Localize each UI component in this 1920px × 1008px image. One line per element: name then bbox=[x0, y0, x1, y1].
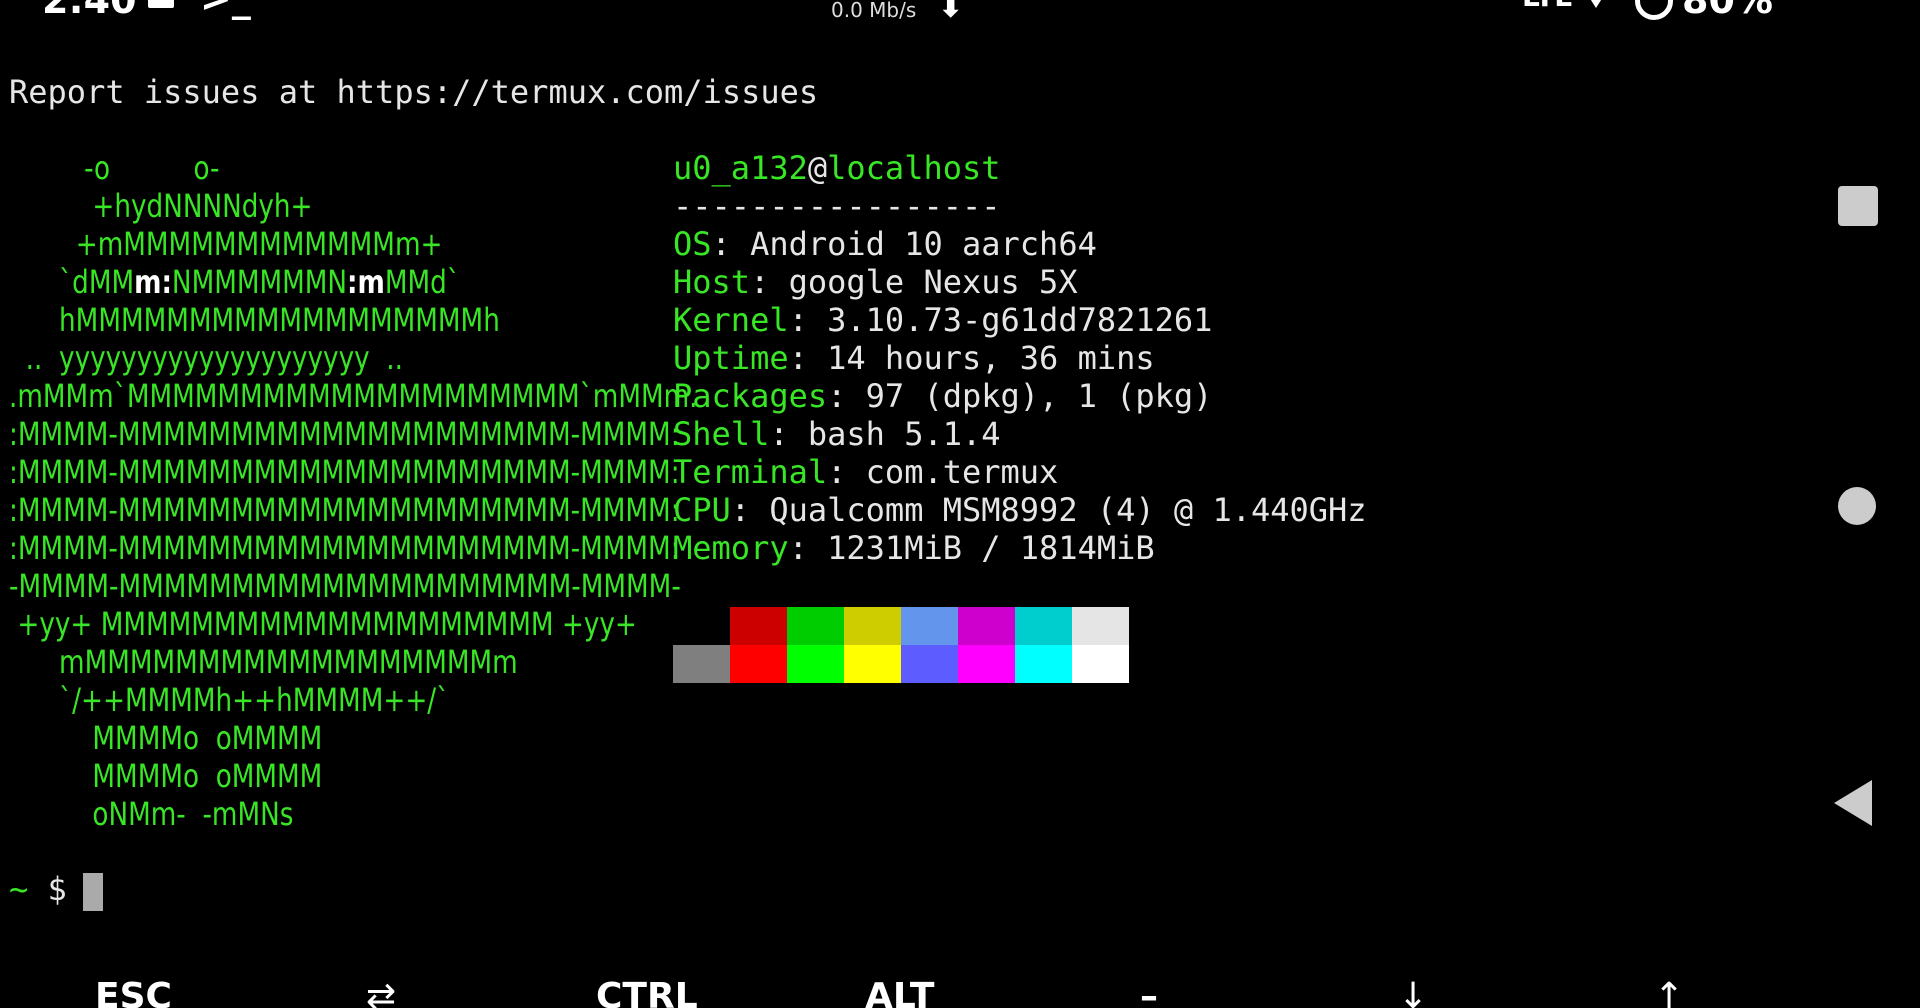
back-icon[interactable] bbox=[1834, 780, 1872, 826]
color-swatch bbox=[730, 607, 787, 645]
info-value: : 14 hours, 36 mins bbox=[788, 339, 1155, 377]
color-swatch bbox=[673, 607, 730, 645]
logo-line-8: :MMMM-MMMMMMMMMMMMMMMMMMMM-MMMM: bbox=[9, 415, 680, 453]
logo-line-15: `/++MMMMh++hMMMM++/` bbox=[9, 681, 450, 719]
info-memory: Memory: 1231MiB / 1814MiB bbox=[673, 529, 1155, 567]
down-arrow-key[interactable]: ↓ bbox=[1398, 976, 1428, 1008]
info-value: : com.termux bbox=[827, 453, 1059, 491]
up-arrow-key[interactable]: ↑ bbox=[1654, 976, 1684, 1008]
separator-line: ----------------- bbox=[673, 187, 1001, 225]
status-bar: 2:40 >_ 0.0 Mb/s ⬇ LTE 80% bbox=[0, 0, 1920, 30]
info-key: CPU bbox=[673, 491, 731, 529]
info-key: Host bbox=[673, 263, 751, 301]
logo-line-18: oNMm- -mMNs bbox=[9, 795, 294, 833]
shell-prompt: ~ $ bbox=[9, 870, 67, 908]
logo-line-7: .mMMm`MMMMMMMMMMMMMMMMMMMM`mMMm. bbox=[9, 377, 698, 415]
info-value: : google Nexus 5X bbox=[750, 263, 1078, 301]
info-value: : Qualcomm MSM8992 (4) @ 1.440GHz bbox=[730, 491, 1367, 529]
info-kernel: Kernel: 3.10.73-g61dd7821261 bbox=[673, 301, 1212, 339]
color-swatch bbox=[1072, 607, 1129, 645]
logo-seg-c: NMMMMMMN bbox=[171, 263, 348, 301]
color-swatch bbox=[958, 645, 1015, 683]
info-value: : 3.10.73-g61dd7821261 bbox=[788, 301, 1213, 339]
info-value: : Android 10 aarch64 bbox=[711, 225, 1097, 263]
color-swatch bbox=[787, 645, 844, 683]
color-swatch bbox=[1015, 645, 1072, 683]
color-swatch bbox=[844, 607, 901, 645]
logo-seg-e: MMd` bbox=[384, 263, 460, 301]
color-swatch bbox=[1015, 607, 1072, 645]
info-key: Memory bbox=[673, 529, 789, 567]
logo-line-9: :MMMM-MMMMMMMMMMMMMMMMMMMM-MMMM: bbox=[9, 453, 680, 491]
at-sign: @ bbox=[807, 149, 828, 187]
info-value: : bash 5.1.4 bbox=[769, 415, 1001, 453]
info-key: Shell bbox=[673, 415, 770, 453]
color-swatch bbox=[958, 607, 1015, 645]
logo-line-5: hMMMMMMMMMMMMMMMMMMh bbox=[9, 301, 500, 339]
battery-percent: 80% bbox=[1682, 0, 1773, 22]
color-swatch bbox=[730, 645, 787, 683]
color-swatch bbox=[1072, 645, 1129, 683]
info-key: Kernel bbox=[673, 301, 789, 339]
logo-line-10: :MMMM-MMMMMMMMMMMMMMMMMMMM-MMMM: bbox=[9, 491, 680, 529]
tab-key[interactable]: ⇄ bbox=[366, 976, 396, 1008]
logo-line-12: -MMMM-MMMMMMMMMMMMMMMMMMMM-MMMM- bbox=[9, 567, 681, 605]
terminal-cursor bbox=[83, 873, 103, 911]
logo-line-1: -o o- bbox=[9, 149, 220, 187]
info-packages: Packages: 97 (dpkg), 1 (pkg) bbox=[673, 377, 1212, 415]
info-uptime: Uptime: 14 hours, 36 mins bbox=[673, 339, 1155, 377]
esc-key[interactable]: ESC bbox=[95, 976, 172, 1008]
dash-key[interactable]: – bbox=[1140, 976, 1158, 1008]
info-value: : 97 (dpkg), 1 (pkg) bbox=[827, 377, 1213, 415]
ctrl-key[interactable]: CTRL bbox=[596, 976, 698, 1008]
username: u0_a132 bbox=[673, 149, 808, 187]
logo-line-3: +mMMMMMMMMMMMMm+ bbox=[9, 225, 443, 263]
logo-line-2: +hydNNNNdyh+ bbox=[9, 187, 313, 225]
logo-line-13: +yy+ MMMMMMMMMMMMMMMMMMMM +yy+ bbox=[9, 605, 637, 643]
logo-line-11: :MMMM-MMMMMMMMMMMMMMMMMMMM-MMMM: bbox=[9, 529, 680, 567]
logo-line-16: MMMMo oMMMM bbox=[9, 719, 323, 757]
status-time: 2:40 bbox=[42, 0, 137, 22]
color-swatch bbox=[901, 607, 958, 645]
logo-line-17: MMMMo oMMMM bbox=[9, 757, 323, 795]
logo-seg-a: `dMM bbox=[59, 263, 135, 301]
color-swatch bbox=[673, 645, 730, 683]
logo-line-4: `dMMm:NMMMMMMN:mMMd` bbox=[9, 263, 460, 301]
info-shell: Shell: bash 5.1.4 bbox=[673, 415, 1001, 453]
home-icon[interactable] bbox=[1838, 487, 1876, 525]
alt-key[interactable]: ALT bbox=[865, 976, 934, 1008]
logo-line-14: mMMMMMMMMMMMMMMMMMMm bbox=[9, 643, 518, 681]
battery-icon bbox=[1635, 0, 1673, 20]
info-key: Terminal bbox=[673, 453, 828, 491]
color-swatch bbox=[844, 645, 901, 683]
network-type: LTE bbox=[1522, 0, 1573, 13]
network-speed: 0.0 Mb/s bbox=[831, 0, 917, 22]
terminal-notification-icon: >_ bbox=[200, 0, 251, 20]
info-host: Host: google Nexus 5X bbox=[673, 263, 1078, 301]
logo-seg-d: :m bbox=[347, 263, 385, 301]
info-value: : 1231MiB / 1814MiB bbox=[788, 529, 1155, 567]
recents-icon[interactable] bbox=[1838, 186, 1878, 226]
info-terminal: Terminal: com.termux bbox=[673, 453, 1058, 491]
prompt-tilde: ~ bbox=[9, 870, 29, 908]
hostname: localhost bbox=[827, 149, 1001, 187]
info-os: OS: Android 10 aarch64 bbox=[673, 225, 1097, 263]
logo-seg-b: m: bbox=[134, 263, 172, 301]
info-key: OS bbox=[673, 225, 712, 263]
user-host-line: u0_a132@localhost bbox=[673, 149, 1001, 187]
info-key: Uptime bbox=[673, 339, 789, 377]
photo-icon bbox=[148, 0, 174, 8]
info-key: Packages bbox=[673, 377, 828, 415]
prompt-dollar: $ bbox=[47, 870, 67, 908]
logo-line-6: .. yyyyyyyyyyyyyyyyyyyy .. bbox=[9, 339, 403, 377]
signal-icon bbox=[1582, 0, 1610, 8]
color-swatch bbox=[787, 607, 844, 645]
info-cpu: CPU: Qualcomm MSM8992 (4) @ 1.440GHz bbox=[673, 491, 1367, 529]
report-issues-line: Report issues at https://termux.com/issu… bbox=[9, 73, 819, 111]
color-swatch bbox=[901, 645, 958, 683]
download-arrow-icon: ⬇ bbox=[938, 0, 964, 25]
